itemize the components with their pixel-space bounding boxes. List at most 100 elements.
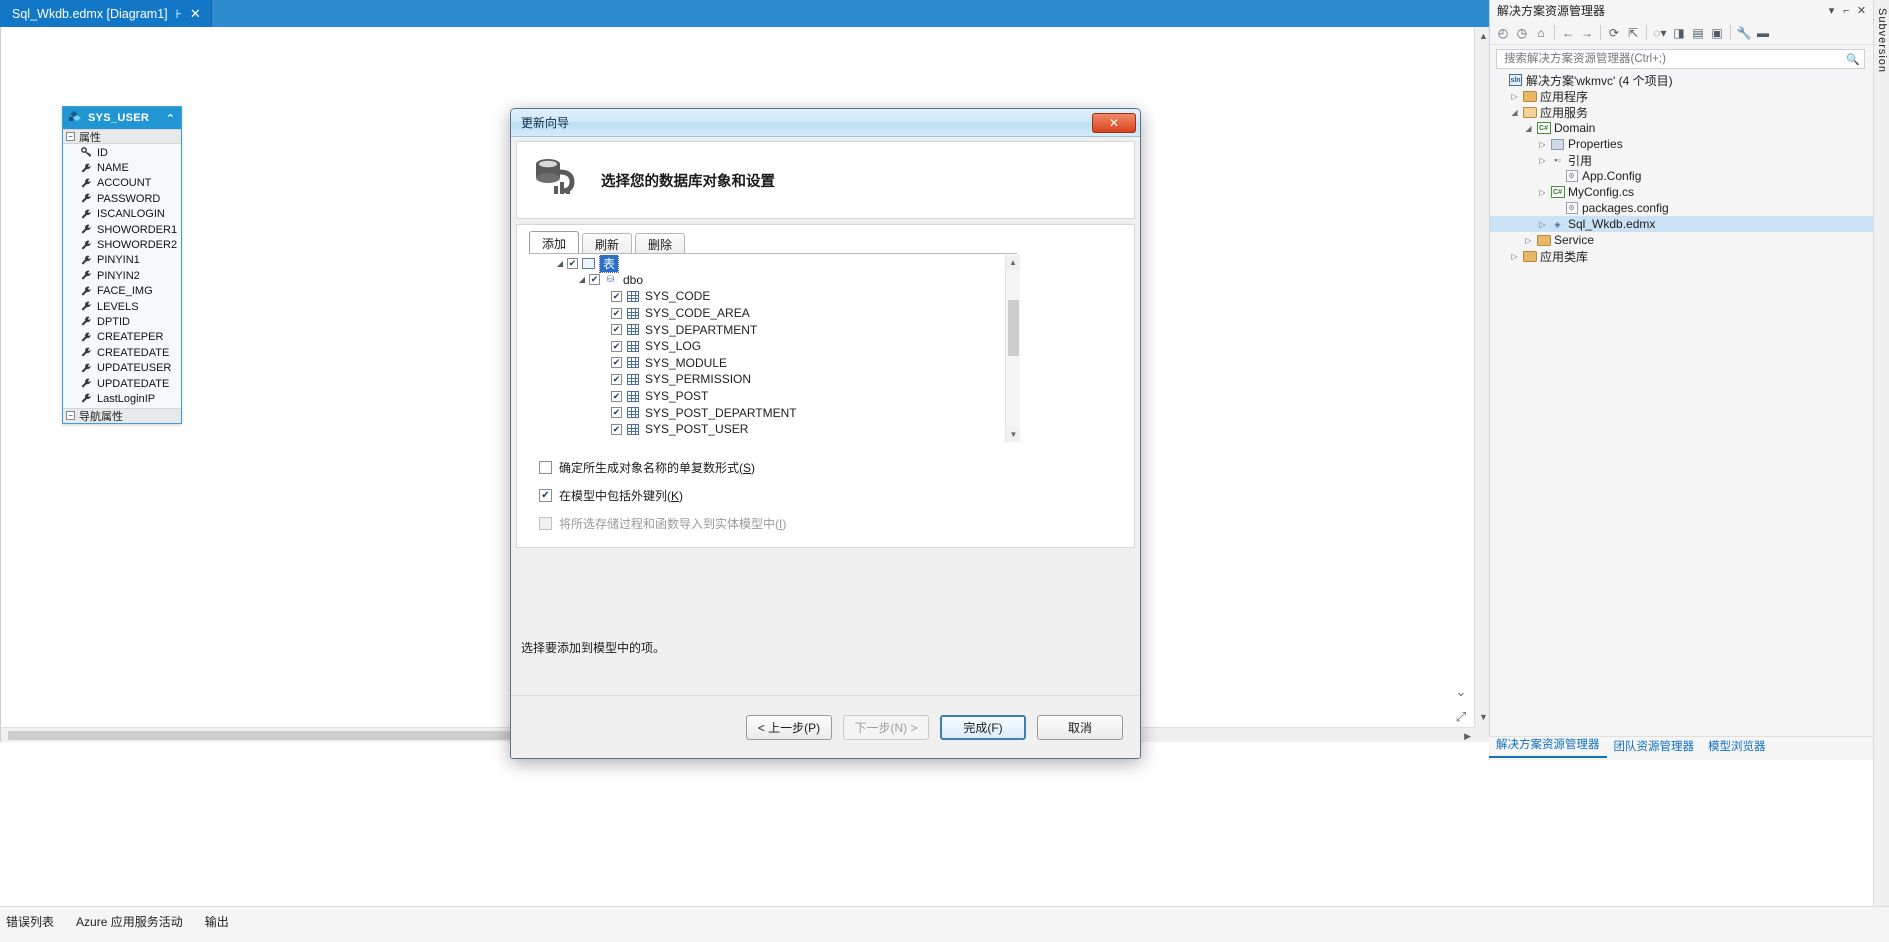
- entity-property-row[interactable]: CREATEDATE: [63, 345, 181, 360]
- chevron-right-icon[interactable]: ▷: [1536, 220, 1549, 229]
- tool-window-tab[interactable]: 团队资源管理器: [1607, 735, 1702, 758]
- solution-tree-item[interactable]: ▷ Properties: [1490, 136, 1873, 152]
- scroll-thumb[interactable]: [1008, 300, 1019, 356]
- tree-node-checkbox[interactable]: ✔: [611, 390, 622, 402]
- db-object-tree-row[interactable]: ✔ SYS_CODE: [539, 288, 1020, 305]
- search-input[interactable]: [1502, 52, 1847, 66]
- db-object-tree-row[interactable]: ✔ SYS_POST: [539, 388, 1020, 405]
- entity-property-row[interactable]: SHOWORDER1: [63, 222, 181, 237]
- entity-group-properties[interactable]: − 属性: [63, 129, 181, 144]
- checkbox-pluralize[interactable]: [539, 461, 552, 474]
- panel-close-icon[interactable]: ✕: [1854, 4, 1869, 17]
- option-include-foreign-keys[interactable]: ✔ 在模型中包括外键列(K): [539, 487, 683, 504]
- bottom-tool-tab[interactable]: 输出: [205, 913, 229, 930]
- navigate-backward-icon[interactable]: ←: [1559, 23, 1577, 42]
- solution-tree[interactable]: sln 解决方案'wkmvc' (4 个项目) ▷ 应用程序 ◢ 应用服务 ◢ C# Domai…: [1490, 72, 1873, 264]
- refresh-icon[interactable]: ⟳: [1605, 23, 1623, 42]
- chevron-right-icon[interactable]: ▷: [1536, 156, 1549, 165]
- db-object-tree-row[interactable]: ✔ SYS_DEPARTMENT: [539, 321, 1020, 338]
- entity-property-row[interactable]: UPDATEUSER: [63, 360, 181, 375]
- entity-header[interactable]: SYS_USER ⌃: [63, 107, 181, 129]
- db-object-tree-row[interactable]: ✔ SYS_PERMISSION: [539, 371, 1020, 388]
- dialog-tab[interactable]: 刷新: [582, 233, 633, 254]
- solution-tree-item[interactable]: ▷ 应用程序: [1490, 88, 1873, 104]
- db-object-tree-row[interactable]: ✔ SYS_POST_USER: [539, 421, 1020, 438]
- option-pluralize[interactable]: 确定所生成对象名称的单复数形式(S): [539, 459, 755, 476]
- db-object-tree-row[interactable]: ◢ ✔ 表: [539, 255, 1020, 273]
- back-icon[interactable]: ◴: [1494, 23, 1512, 42]
- designer-vertical-scrollbar[interactable]: ▲ ▼: [1474, 27, 1489, 742]
- entity-property-row[interactable]: LEVELS: [63, 299, 181, 314]
- solution-tree-item[interactable]: ◢ C# Domain: [1490, 120, 1873, 136]
- search-box[interactable]: 🔍: [1496, 49, 1865, 69]
- panel-menu-icon[interactable]: ▾: [1824, 4, 1839, 17]
- dialog-tab[interactable]: 添加: [529, 231, 580, 254]
- zoom-in-icon[interactable]: ⌄: [1453, 684, 1469, 700]
- scroll-down-icon[interactable]: ▼: [1006, 427, 1020, 442]
- entity-property-row[interactable]: NAME: [63, 160, 181, 175]
- home-icon[interactable]: ⌂: [1532, 23, 1550, 42]
- tree-node-checkbox[interactable]: ✔: [567, 257, 578, 269]
- close-icon[interactable]: ✕: [190, 7, 201, 20]
- show-all-files-icon[interactable]: ◌▾: [1651, 23, 1669, 42]
- dialog-button[interactable]: 完成(F): [940, 714, 1026, 740]
- collapse-toggle-icon[interactable]: −: [66, 411, 75, 421]
- tool-window-tab[interactable]: 模型浏览器: [1701, 735, 1773, 758]
- scroll-right-icon[interactable]: ▶: [1464, 731, 1471, 742]
- chevron-down-icon[interactable]: ◢: [553, 259, 567, 268]
- solution-tree-item[interactable]: ▷ Service: [1490, 232, 1873, 248]
- tree-node-checkbox[interactable]: ✔: [611, 357, 622, 369]
- solution-tree-item[interactable]: ⚙ packages.config: [1490, 200, 1873, 216]
- entity-property-row[interactable]: LastLoginIP: [63, 391, 181, 406]
- entity-property-row[interactable]: PINYIN2: [63, 268, 181, 283]
- db-object-tree-row[interactable]: ✔ SYS_MODULE: [539, 355, 1020, 372]
- entity-property-row[interactable]: DPTID: [63, 314, 181, 329]
- bottom-tool-tab[interactable]: Azure 应用服务活动: [76, 913, 183, 930]
- dialog-tab[interactable]: 删除: [635, 233, 686, 254]
- chevron-right-icon[interactable]: ▷: [1508, 92, 1521, 101]
- solution-tree-item[interactable]: ▷ ◈ Sql_Wkdb.edmx: [1490, 216, 1873, 232]
- chevron-down-icon[interactable]: ◢: [575, 275, 589, 284]
- entity-property-row[interactable]: ISCANLOGIN: [63, 207, 181, 222]
- dialog-button[interactable]: 取消: [1037, 714, 1123, 740]
- tree-vertical-scrollbar[interactable]: ▲ ▼: [1005, 255, 1020, 442]
- solution-tree-item[interactable]: ▷ C# MyConfig.cs: [1490, 184, 1873, 200]
- db-object-tree-row[interactable]: ✔ SYS_LOG: [539, 338, 1020, 355]
- entity-property-row[interactable]: UPDATEDATE: [63, 376, 181, 391]
- db-object-tree-row[interactable]: ✔ SYS_CODE_AREA: [539, 305, 1020, 322]
- preview-icon[interactable]: ▣: [1708, 23, 1726, 42]
- dash-icon[interactable]: ▬: [1754, 23, 1772, 42]
- entity-property-row[interactable]: ACCOUNT: [63, 176, 181, 191]
- chevron-right-icon[interactable]: ▷: [1536, 188, 1549, 197]
- tree-node-checkbox[interactable]: ✔: [589, 274, 600, 286]
- editor-tab-sql-wkdb-edmx[interactable]: Sql_Wkdb.edmx [Diagram1] ⊦ ✕: [0, 0, 212, 27]
- entity-property-row[interactable]: CREATEPER: [63, 330, 181, 345]
- checkbox-include-foreign-keys[interactable]: ✔: [539, 489, 552, 502]
- entity-property-row[interactable]: ID: [63, 145, 181, 160]
- chevron-down-icon[interactable]: ◢: [1508, 108, 1521, 117]
- database-objects-tree[interactable]: ◢ ✔ 表 ◢ ✔ ⛁ dbo ✔ SYS_CODE ✔ SYS_CODE_AREA ✔ SYS_DEP…: [539, 255, 1020, 442]
- tree-node-checkbox[interactable]: ✔: [611, 324, 622, 336]
- panel-dock-icon[interactable]: ⌐: [1839, 5, 1854, 17]
- solution-tree-item[interactable]: ◢ 应用服务: [1490, 104, 1873, 120]
- pin-icon[interactable]: ⊦: [176, 8, 182, 20]
- tree-node-checkbox[interactable]: ✔: [611, 407, 622, 419]
- entity-property-row[interactable]: SHOWORDER2: [63, 237, 181, 252]
- zoom-fit-icon[interactable]: ⤢: [1453, 709, 1469, 725]
- scroll-down-icon[interactable]: ▼: [1479, 712, 1488, 722]
- tool-window-tab[interactable]: 解决方案资源管理器: [1489, 733, 1607, 758]
- dialog-close-button[interactable]: ✕: [1092, 112, 1136, 133]
- collapse-toggle-icon[interactable]: −: [66, 132, 75, 141]
- tree-node-checkbox[interactable]: ✔: [611, 423, 622, 435]
- tree-node-checkbox[interactable]: ✔: [611, 340, 622, 352]
- bottom-tool-tab[interactable]: 错误列表: [6, 913, 54, 930]
- forward-icon[interactable]: ◷: [1513, 23, 1531, 42]
- subversion-tab-label[interactable]: Subversion: [1876, 8, 1888, 73]
- chevron-right-icon[interactable]: ▷: [1508, 252, 1521, 261]
- entity-group-navigation[interactable]: − 导航属性: [63, 407, 181, 423]
- tree-node-checkbox[interactable]: ✔: [611, 307, 622, 319]
- chevron-up-icon[interactable]: ⌃: [166, 112, 175, 125]
- tree-node-checkbox[interactable]: ✔: [611, 373, 622, 385]
- scroll-up-icon[interactable]: ▲: [1479, 31, 1488, 41]
- db-object-tree-row[interactable]: ◢ ✔ ⛁ dbo: [539, 272, 1020, 289]
